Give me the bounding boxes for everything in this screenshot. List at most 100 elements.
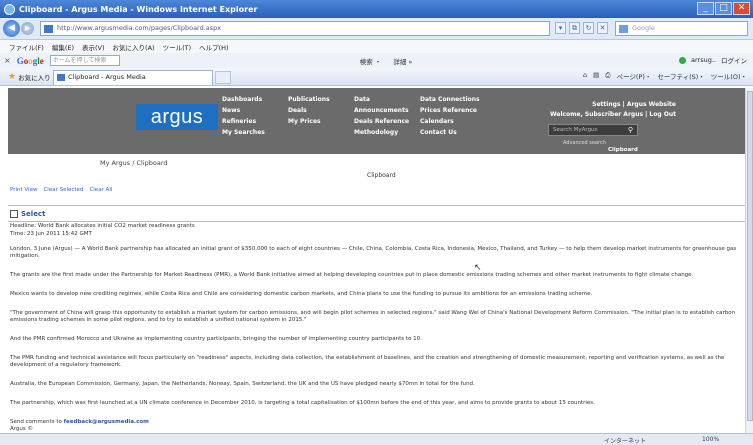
contact-prefix: Send comments to <box>10 419 64 425</box>
menu-favorites[interactable]: お気に入り(A) <box>113 42 155 52</box>
google-logo: Google <box>16 55 44 66</box>
article-body: London, 3 June (Argus) — A World Bank pa… <box>10 246 738 433</box>
select-checkbox[interactable] <box>10 210 18 218</box>
breadcrumb: My Argus / Clipboard <box>100 159 168 167</box>
compat-view-icon[interactable]: ⧉ <box>569 22 580 34</box>
nav-dashboards[interactable]: Dashboards <box>222 96 265 103</box>
tab-title: Clipboard - Argus Media <box>68 73 146 81</box>
forward-button[interactable]: ▶ <box>21 22 34 35</box>
new-tab-button[interactable] <box>215 71 231 84</box>
security-zone: インターネット <box>604 438 647 445</box>
mouse-cursor-icon: ↖ <box>474 263 482 273</box>
account-label[interactable]: arrsug.. <box>691 56 716 64</box>
nav-news[interactable]: News <box>222 107 265 114</box>
menu-help[interactable]: ヘルプ(H) <box>199 42 228 52</box>
menu-view[interactable]: 表示(V) <box>82 42 105 52</box>
command-bar: ⌂ ▤ ⎙ ページ(P)・ セーフティ(S)・ ツール(O)・ <box>583 71 747 81</box>
nav-publications[interactable]: Publications <box>288 96 330 103</box>
nav-announcements[interactable]: Announcements <box>354 107 409 114</box>
nav-methodology[interactable]: Methodology <box>354 129 409 136</box>
menu-tools[interactable]: ツール(T) <box>163 42 192 52</box>
browser-search-placeholder: Google <box>632 24 655 32</box>
menu-edit[interactable]: 編集(E) <box>52 42 74 52</box>
login-label[interactable]: ログイン <box>721 55 747 65</box>
tab-icon <box>57 74 65 81</box>
nav-calendars[interactable]: Calendars <box>420 118 480 125</box>
time-text: Time: 23 Jun 2011 15:42 GMT <box>10 231 92 237</box>
google-toolbar: × Google ホームを押して検索 検索 ・ 詳細 » arrsug.. ログ… <box>0 53 753 68</box>
nav-data-connections[interactable]: Data Connections <box>420 96 480 103</box>
nav-column-1: Dashboards News Refineries My Searches <box>222 96 265 136</box>
clipboard-link[interactable]: Clipboard <box>608 147 638 153</box>
divider <box>8 221 745 222</box>
search-icon[interactable]: ⚲ <box>628 125 633 135</box>
article-paragraph: And the PMR confirmed Morocco and Ukrain… <box>10 336 422 342</box>
google-search-button[interactable]: 検索 ・ <box>360 56 382 66</box>
article-paragraph: Australia, the European Commission, Germ… <box>10 381 475 387</box>
toolbar-close-icon[interactable]: × <box>4 56 11 65</box>
favorites-star-icon[interactable]: ★ <box>8 72 16 82</box>
browser-tab[interactable]: Clipboard - Argus Media <box>53 70 213 85</box>
article-paragraph: London, 3 June (Argus) — A World Bank pa… <box>10 246 737 259</box>
nav-deals-reference[interactable]: Deals Reference <box>354 118 409 125</box>
article-paragraph: Mexico wants to develop new crediting re… <box>10 291 593 297</box>
page-menu[interactable]: ページ(P)・ <box>617 71 652 81</box>
favorites-bar: ★ お気に入り Clipboard - Argus Media ⌂ ▤ ⎙ ペー… <box>0 68 753 86</box>
back-button[interactable]: ◀ <box>3 20 20 37</box>
browser-search-input[interactable]: Google <box>615 21 748 36</box>
site-search-input[interactable]: Search MyArgus ⚲ <box>548 124 638 136</box>
status-dot-icon <box>679 56 687 64</box>
tools-menu[interactable]: ツール(O)・ <box>711 71 747 81</box>
clear-selected-link[interactable]: Clear Selected <box>43 187 83 193</box>
contact-line: Send comments to feedback@argusmedia.com <box>10 419 738 426</box>
address-actions: ▾ ⧉ ↻ ✕ <box>555 22 608 34</box>
nav-deals[interactable]: Deals <box>288 107 330 114</box>
print-icon[interactable]: ⎙ <box>605 71 610 81</box>
home-icon[interactable]: ⌂ <box>583 71 587 81</box>
ie-logo-icon <box>4 3 15 15</box>
nav-contact-us[interactable]: Contact Us <box>420 129 480 136</box>
minimize-button[interactable]: _ <box>697 2 714 15</box>
print-view-link[interactable]: Print View <box>10 187 37 193</box>
argus-logo[interactable]: argus <box>136 104 218 130</box>
page-icon <box>44 25 53 33</box>
stop-icon[interactable]: ✕ <box>597 22 608 34</box>
select-row: Select <box>10 210 45 218</box>
url-input[interactable]: http://www.argusmedia.com/pages/Clipboar… <box>40 21 550 36</box>
feed-icon[interactable]: ▤ <box>593 71 599 81</box>
nav-prices-reference[interactable]: Prices Reference <box>420 107 480 114</box>
page-scrollbar[interactable] <box>745 88 753 433</box>
article-paragraph: The grants are the first made under the … <box>10 272 694 278</box>
welcome-block: Settings | Argus Website Welcome, Subscr… <box>550 100 676 120</box>
google-icon <box>619 25 628 33</box>
site-search-placeholder: Search MyArgus <box>553 127 598 133</box>
window-controls: _ □ ✕ <box>697 2 750 15</box>
nav-my-searches[interactable]: My Searches <box>222 129 265 136</box>
dropdown-icon[interactable]: ▾ <box>555 22 566 34</box>
feedback-email-link[interactable]: feedback@argusmedia.com <box>64 419 149 425</box>
address-bar: ◀ ▶ http://www.argusmedia.com/pages/Clip… <box>0 18 753 40</box>
article-paragraph: The partnership, which was first launche… <box>10 400 595 406</box>
menu-file[interactable]: ファイル(F) <box>9 42 44 52</box>
google-search-input[interactable]: ホームを押して検索 <box>49 55 120 66</box>
nav-column-2: Publications Deals My Prices <box>288 96 330 125</box>
zoom-level[interactable]: 100% <box>702 436 719 443</box>
refresh-icon[interactable]: ↻ <box>583 22 594 34</box>
nav-refineries[interactable]: Refineries <box>222 118 265 125</box>
advanced-search-link[interactable]: Advanced search <box>563 140 606 146</box>
maximize-button[interactable]: □ <box>715 2 732 15</box>
url-text: http://www.argusmedia.com/pages/Clipboar… <box>57 24 222 32</box>
settings-links[interactable]: Settings | Argus Website <box>550 100 676 110</box>
nav-my-prices[interactable]: My Prices <box>288 118 330 125</box>
nav-data[interactable]: Data <box>354 96 409 103</box>
window-title: Clipboard - Argus Media - Windows Intern… <box>19 4 258 14</box>
scrollbar-thumb[interactable] <box>747 91 753 421</box>
welcome-text[interactable]: Welcome, Subscriber Argus | Log Out <box>550 110 676 120</box>
close-button[interactable]: ✕ <box>733 2 750 15</box>
google-more-button[interactable]: 詳細 » <box>393 56 412 66</box>
safety-menu[interactable]: セーフティ(S)・ <box>657 71 704 81</box>
nav-column-4: Data Connections Prices Reference Calend… <box>420 96 480 136</box>
favorites-label[interactable]: お気に入り <box>18 72 51 82</box>
clear-all-link[interactable]: Clear All <box>89 187 112 193</box>
menu-bar: ファイル(F) 編集(E) 表示(V) お気に入り(A) ツール(T) ヘルプ(… <box>0 40 753 53</box>
